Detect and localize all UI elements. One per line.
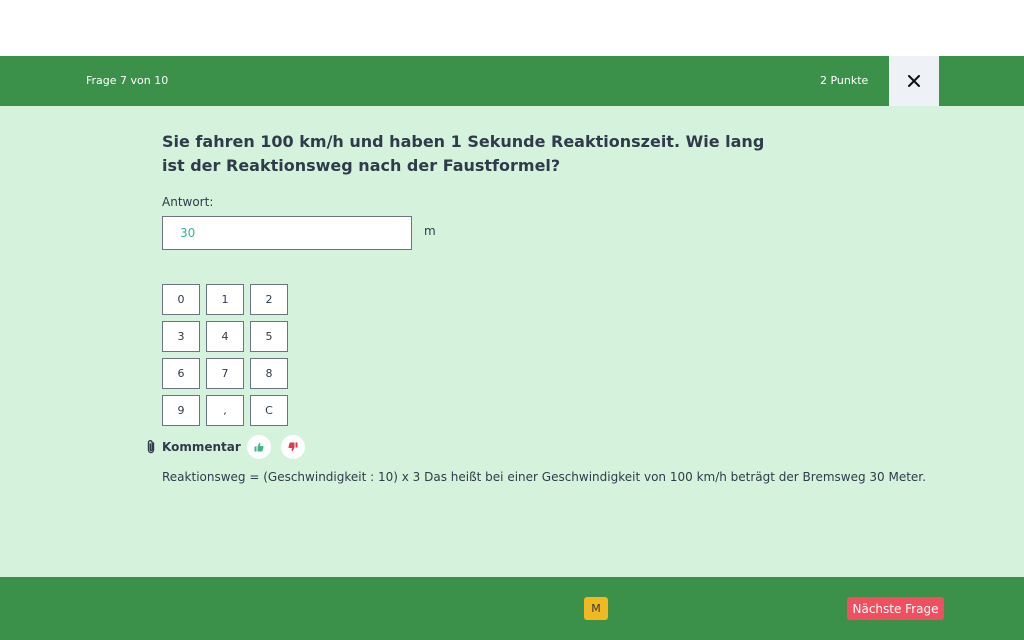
keypad-key-clear[interactable]: C xyxy=(250,395,288,426)
thumbs-down-icon xyxy=(288,442,298,452)
keypad-key-4[interactable]: 4 xyxy=(206,321,244,352)
keypad-key-7[interactable]: 7 xyxy=(206,358,244,389)
question-progress: Frage 7 von 10 xyxy=(86,74,169,87)
keypad-key-9[interactable]: 9 xyxy=(162,395,200,426)
question-text: Sie fahren 100 km/h und haben 1 Sekunde … xyxy=(162,132,765,175)
thumbs-down-button[interactable] xyxy=(280,435,305,459)
next-question-button[interactable]: Nächste Frage xyxy=(847,597,944,620)
keypad-key-2[interactable]: 2 xyxy=(250,284,288,315)
keypad-key-8[interactable]: 8 xyxy=(250,358,288,389)
thumbs-up-button[interactable] xyxy=(246,435,271,459)
close-icon xyxy=(908,75,920,87)
keypad-key-0[interactable]: 0 xyxy=(162,284,200,315)
thumbs-up-icon xyxy=(254,442,264,452)
top-blank-bar xyxy=(0,0,1024,56)
paperclip-icon xyxy=(143,438,159,456)
keypad-key-comma[interactable]: , xyxy=(206,395,244,426)
quiz-header: Frage 7 von 10 2 Punkte xyxy=(0,56,1024,106)
comment-explanation: Reaktionsweg = (Geschwindigkeit : 10) x … xyxy=(162,470,926,484)
question-points: 2 Punkte xyxy=(820,74,869,87)
keypad-key-5[interactable]: 5 xyxy=(250,321,288,352)
mark-question-button[interactable]: M xyxy=(584,597,608,620)
comment-row: Kommentar xyxy=(143,434,305,460)
keypad-key-6[interactable]: 6 xyxy=(162,358,200,389)
number-keypad: 0 1 2 3 4 5 6 7 8 9 , C xyxy=(162,284,288,426)
answer-input[interactable] xyxy=(162,216,412,250)
answer-label: Antwort: xyxy=(162,195,214,209)
keypad-key-3[interactable]: 3 xyxy=(162,321,200,352)
quiz-footer: M Nächste Frage xyxy=(0,577,1024,640)
close-button[interactable] xyxy=(889,56,939,106)
comment-label: Kommentar xyxy=(162,440,241,454)
keypad-key-1[interactable]: 1 xyxy=(206,284,244,315)
question-panel: Sie fahren 100 km/h und haben 1 Sekunde … xyxy=(0,106,1024,577)
answer-unit: m xyxy=(424,224,436,238)
